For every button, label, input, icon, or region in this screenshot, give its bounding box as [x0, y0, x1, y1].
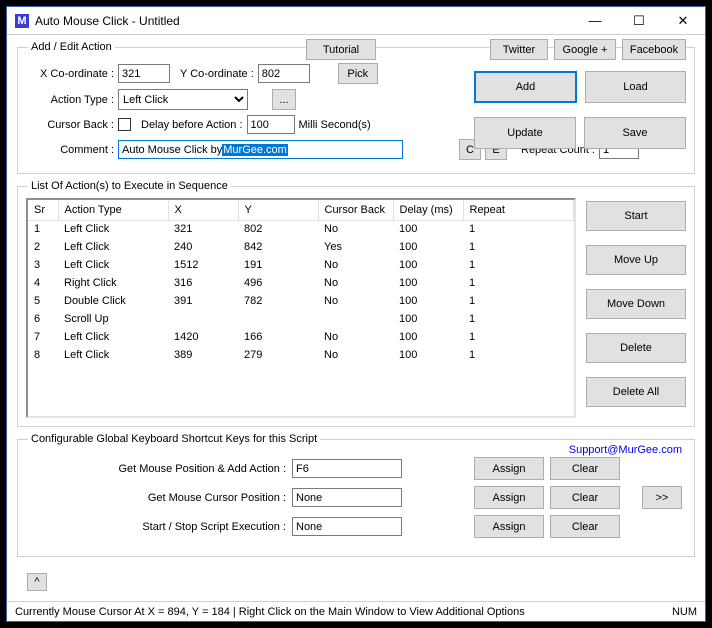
delay-unit: Milli Second(s): [299, 119, 371, 131]
clear-2-button[interactable]: Clear: [550, 486, 620, 509]
close-button[interactable]: ✕: [661, 7, 705, 35]
comment-label: Comment :: [26, 144, 114, 156]
col-sr[interactable]: Sr: [28, 200, 58, 220]
comment-input[interactable]: Auto Mouse Click by MurGee.com: [118, 140, 403, 159]
support-link[interactable]: Support@MurGee.com: [569, 444, 682, 456]
get-cursor-input[interactable]: [292, 488, 402, 507]
move-down-button[interactable]: Move Down: [586, 289, 686, 319]
add-edit-legend: Add / Edit Action: [28, 41, 115, 53]
delay-input[interactable]: [247, 115, 295, 134]
twitter-button[interactable]: Twitter: [490, 39, 548, 60]
table-row[interactable]: 8Left Click389279No1001: [28, 346, 574, 364]
facebook-button[interactable]: Facebook: [622, 39, 686, 60]
clear-1-button[interactable]: Clear: [550, 457, 620, 480]
x-coord-input[interactable]: [118, 64, 170, 83]
action-type-select[interactable]: Left Click: [118, 89, 248, 110]
tutorial-button[interactable]: Tutorial: [306, 39, 376, 60]
google-plus-button[interactable]: Google +: [554, 39, 616, 60]
add-edit-fieldset: Add / Edit Action Twitter Google + Faceb…: [17, 41, 695, 174]
start-stop-label: Start / Stop Script Execution :: [26, 521, 286, 533]
app-icon: M: [15, 14, 29, 28]
action-type-label: Action Type :: [26, 94, 114, 106]
table-row[interactable]: 7Left Click1420166No1001: [28, 328, 574, 346]
col-delay[interactable]: Delay (ms): [393, 200, 463, 220]
delete-button[interactable]: Delete: [586, 333, 686, 363]
col-cursor-back[interactable]: Cursor Back: [318, 200, 393, 220]
collapse-button[interactable]: ^: [27, 573, 47, 591]
cursor-back-label: Cursor Back :: [26, 119, 114, 131]
assign-2-button[interactable]: Assign: [474, 486, 544, 509]
status-bar: Currently Mouse Cursor At X = 894, Y = 1…: [7, 601, 705, 621]
start-button[interactable]: Start: [586, 201, 686, 231]
title-bar: M Auto Mouse Click - Untitled — ☐ ✕: [7, 7, 705, 35]
status-num: NUM: [672, 606, 697, 618]
table-row[interactable]: 1Left Click321802No1001: [28, 220, 574, 238]
more-button[interactable]: >>: [642, 486, 682, 509]
update-button[interactable]: Update: [474, 117, 576, 149]
ellipsis-button[interactable]: ...: [272, 89, 296, 110]
table-row[interactable]: 6Scroll Up1001: [28, 310, 574, 328]
pick-button[interactable]: Pick: [338, 63, 378, 84]
delay-label: Delay before Action :: [141, 119, 243, 131]
add-button[interactable]: Add: [474, 71, 577, 103]
table-row[interactable]: 2Left Click240842Yes1001: [28, 238, 574, 256]
action-list-legend: List Of Action(s) to Execute in Sequence: [28, 180, 231, 192]
cursor-back-checkbox[interactable]: [118, 118, 131, 131]
col-x[interactable]: X: [168, 200, 238, 220]
table-row[interactable]: 4Right Click316496No1001: [28, 274, 574, 292]
window-title: Auto Mouse Click - Untitled: [35, 14, 573, 28]
start-stop-input[interactable]: [292, 517, 402, 536]
get-cursor-label: Get Mouse Cursor Position :: [26, 492, 286, 504]
x-coord-label: X Co-ordinate :: [26, 68, 114, 80]
y-coord-input[interactable]: [258, 64, 310, 83]
get-pos-add-label: Get Mouse Position & Add Action :: [26, 463, 286, 475]
maximize-button[interactable]: ☐: [617, 7, 661, 35]
shortcut-fieldset: Configurable Global Keyboard Shortcut Ke…: [17, 433, 695, 557]
actions-table[interactable]: Sr Action Type X Y Cursor Back Delay (ms…: [26, 198, 576, 418]
clear-3-button[interactable]: Clear: [550, 515, 620, 538]
minimize-button[interactable]: —: [573, 7, 617, 35]
table-row[interactable]: 3Left Click1512191No1001: [28, 256, 574, 274]
load-button[interactable]: Load: [585, 71, 686, 103]
app-window: M Auto Mouse Click - Untitled — ☐ ✕ Add …: [6, 6, 706, 622]
assign-3-button[interactable]: Assign: [474, 515, 544, 538]
save-button[interactable]: Save: [584, 117, 686, 149]
col-type[interactable]: Action Type: [58, 200, 168, 220]
table-row[interactable]: 5Double Click391782No1001: [28, 292, 574, 310]
shortcut-legend: Configurable Global Keyboard Shortcut Ke…: [28, 433, 320, 445]
delete-all-button[interactable]: Delete All: [586, 377, 686, 407]
move-up-button[interactable]: Move Up: [586, 245, 686, 275]
status-text: Currently Mouse Cursor At X = 894, Y = 1…: [15, 606, 525, 618]
get-pos-add-input[interactable]: [292, 459, 402, 478]
y-coord-label: Y Co-ordinate :: [180, 68, 254, 80]
action-list-fieldset: List Of Action(s) to Execute in Sequence…: [17, 180, 695, 427]
col-y[interactable]: Y: [238, 200, 318, 220]
col-repeat[interactable]: Repeat: [463, 200, 574, 220]
assign-1-button[interactable]: Assign: [474, 457, 544, 480]
